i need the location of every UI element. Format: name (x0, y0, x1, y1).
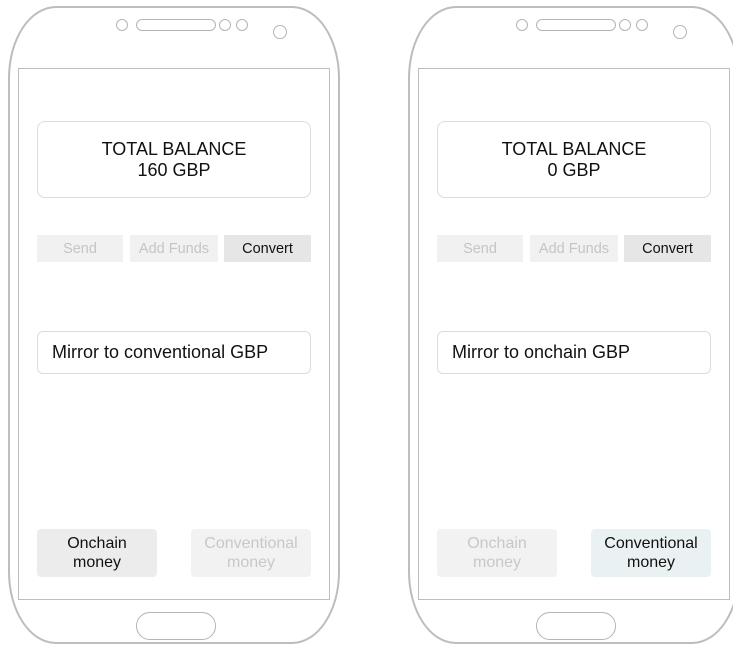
conventional-money-tab[interactable]: Conventional money (191, 529, 311, 577)
total-balance-card: TOTAL BALANCE 160 GBP (37, 121, 311, 198)
conventional-tab-label-line2: money (226, 554, 276, 571)
speaker-grille-icon (536, 19, 616, 31)
conventional-tab-label-line1: Conventional (604, 535, 698, 552)
phone-right: TOTAL BALANCE 0 GBP Send Add Funds Conve… (408, 6, 733, 644)
add-funds-button[interactable]: Add Funds (530, 235, 618, 262)
convert-button[interactable]: Convert (624, 235, 711, 262)
phone-screen: TOTAL BALANCE 160 GBP Send Add Funds Con… (18, 68, 330, 600)
total-balance-card: TOTAL BALANCE 0 GBP (437, 121, 711, 198)
balance-title: TOTAL BALANCE (101, 138, 247, 159)
send-button[interactable]: Send (437, 235, 523, 262)
onchain-tab-label-line1: Onchain (67, 535, 127, 552)
add-funds-button[interactable]: Add Funds (130, 235, 218, 262)
sensor-dot-icon (236, 19, 248, 31)
home-button[interactable] (536, 612, 616, 640)
onchain-tab-label-line2: money (472, 554, 522, 571)
sensor-dot-icon (219, 19, 231, 31)
convert-button[interactable]: Convert (224, 235, 311, 262)
phone-screen: TOTAL BALANCE 0 GBP Send Add Funds Conve… (418, 68, 730, 600)
phone-left: TOTAL BALANCE 160 GBP Send Add Funds Con… (8, 6, 340, 644)
mockup-stage: TOTAL BALANCE 160 GBP Send Add Funds Con… (0, 0, 733, 650)
sensor-dot-icon (636, 19, 648, 31)
onchain-money-tab[interactable]: Onchain money (437, 529, 557, 577)
onchain-tab-label-line2: money (72, 554, 122, 571)
front-camera-icon (273, 25, 287, 39)
mirror-option[interactable]: Mirror to conventional GBP (37, 331, 311, 374)
send-button[interactable]: Send (37, 235, 123, 262)
sensor-dot-icon (619, 19, 631, 31)
balance-value: 0 GBP (547, 159, 601, 180)
sensor-dot-icon (516, 19, 528, 31)
conventional-tab-label-line1: Conventional (204, 535, 298, 552)
speaker-grille-icon (136, 19, 216, 31)
balance-title: TOTAL BALANCE (501, 138, 647, 159)
conventional-money-tab[interactable]: Conventional money (591, 529, 711, 577)
front-camera-icon (673, 25, 687, 39)
mirror-option[interactable]: Mirror to onchain GBP (437, 331, 711, 374)
home-button[interactable] (136, 612, 216, 640)
sensor-dot-icon (116, 19, 128, 31)
onchain-tab-label-line1: Onchain (467, 535, 527, 552)
conventional-tab-label-line2: money (626, 554, 676, 571)
balance-value: 160 GBP (137, 159, 211, 180)
onchain-money-tab[interactable]: Onchain money (37, 529, 157, 577)
